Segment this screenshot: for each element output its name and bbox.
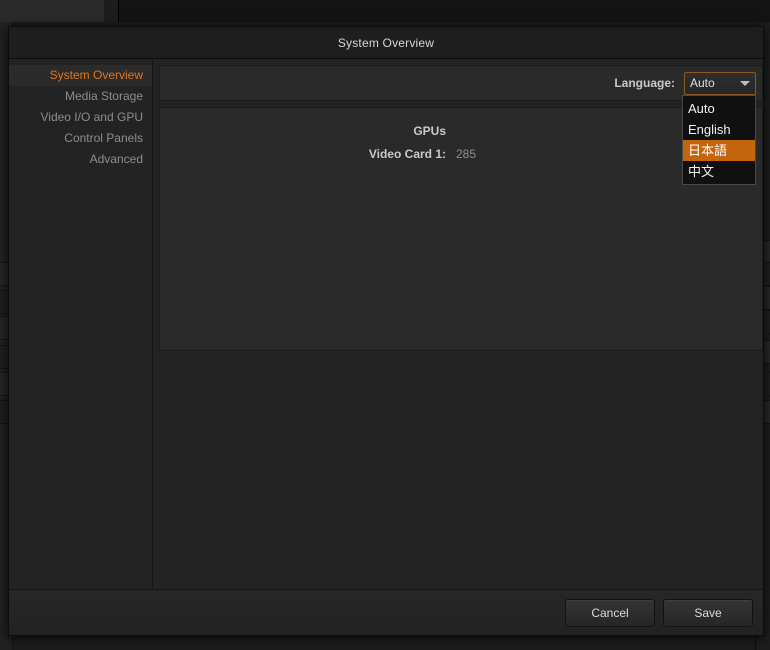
sidebar-item-control-panels[interactable]: Control Panels xyxy=(9,128,152,149)
settings-content: Language: Auto Auto English 日本語 中文 GPUs Vid… xyxy=(153,59,763,589)
language-panel: Language: Auto Auto English 日本語 中文 xyxy=(159,65,763,185)
gpus-header-row: GPUs xyxy=(160,120,756,142)
language-select-wrap: Auto Auto English 日本語 中文 xyxy=(682,71,756,185)
sidebar-item-media-storage[interactable]: Media Storage xyxy=(9,86,152,107)
language-dropdown-menu[interactable]: Auto English 日本語 中文 xyxy=(682,94,756,185)
dialog-titlebar: System Overview xyxy=(9,27,763,59)
gpus-panel: GPUs Video Card 1: 285 xyxy=(159,107,763,351)
gpus-header: GPUs xyxy=(413,124,446,138)
gpu-row-list: Video Card 1: 285 xyxy=(160,143,756,165)
dialog-footer: Cancel Save xyxy=(9,589,763,635)
language-option[interactable]: English xyxy=(683,119,755,140)
background-topbar-left xyxy=(0,0,105,22)
settings-sidebar: System Overview Media Storage Video I/O an… xyxy=(9,59,153,589)
sidebar-item-advanced[interactable]: Advanced xyxy=(9,149,152,170)
save-button[interactable]: Save xyxy=(663,598,753,627)
system-overview-dialog: System Overview System Overview Media Sto… xyxy=(8,26,764,636)
background-topbar-right xyxy=(118,0,770,22)
gpu-row: Video Card 1: 285 xyxy=(160,143,756,165)
language-select[interactable]: Auto xyxy=(684,71,756,95)
background-topbar-gap xyxy=(104,0,118,22)
chevron-down-icon xyxy=(740,80,750,86)
dialog-title: System Overview xyxy=(337,35,435,50)
language-option[interactable]: Auto xyxy=(683,98,755,119)
language-option[interactable]: 中文 xyxy=(683,161,755,182)
language-label: Language: xyxy=(614,76,675,90)
gpu-row-label: Video Card 1: xyxy=(368,147,446,161)
dialog-body: System Overview Media Storage Video I/O an… xyxy=(9,59,763,589)
sidebar-item-list: System Overview Media Storage Video I/O an… xyxy=(9,65,152,170)
language-select-value: Auto xyxy=(690,76,715,90)
sidebar-item-system-overview[interactable]: System Overview xyxy=(9,65,152,86)
sidebar-item-video-i-o-and-gpu[interactable]: Video I/O and GPU xyxy=(9,107,152,128)
language-option[interactable]: 日本語 xyxy=(683,139,755,161)
cancel-button[interactable]: Cancel xyxy=(565,598,655,627)
